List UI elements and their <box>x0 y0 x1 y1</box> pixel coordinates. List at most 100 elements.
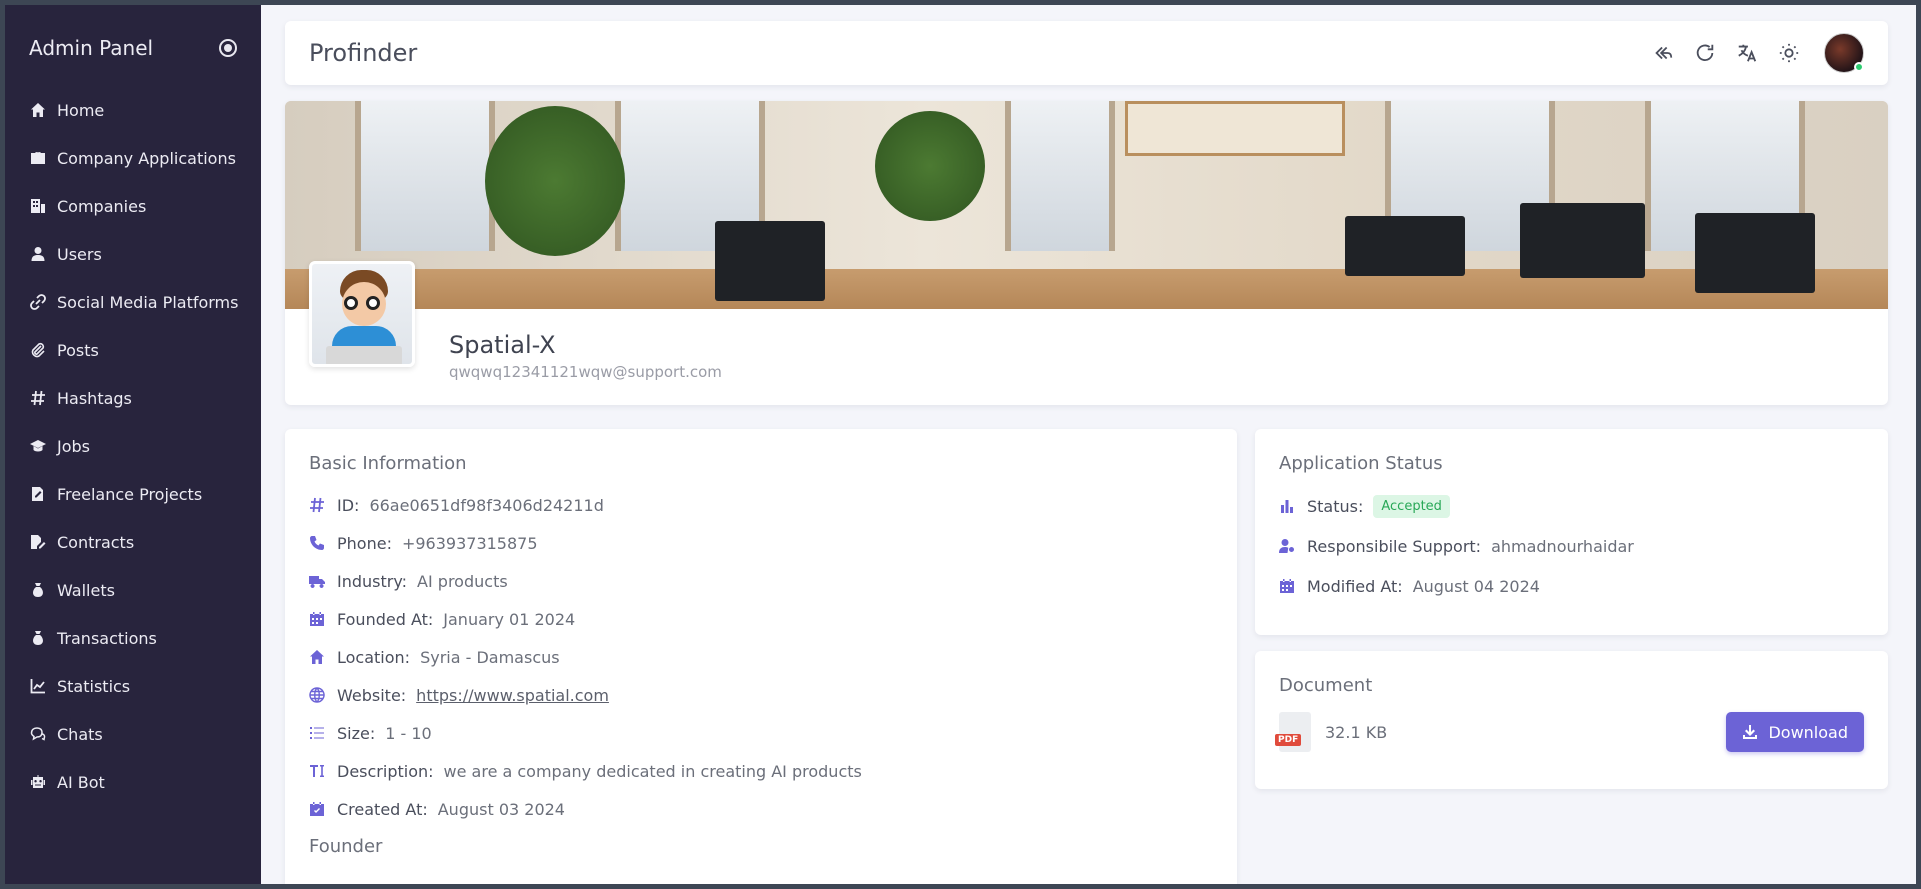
sidebar-toggle-icon[interactable] <box>219 38 237 57</box>
sidebar-item-label: Freelance Projects <box>57 484 203 504</box>
sidebar-item-statistics[interactable]: Statistics <box>5 662 261 710</box>
info-row-size: Size: 1 - 10 <box>309 714 1213 752</box>
user-gear-icon <box>1279 538 1295 554</box>
info-row-founded-at: Founded At: January 01 2024 <box>309 600 1213 638</box>
sidebar-item-social-media-platforms[interactable]: Social Media Platforms <box>5 278 261 326</box>
sidebar-item-home[interactable]: Home <box>5 86 261 134</box>
sidebar-item-wallets[interactable]: Wallets <box>5 566 261 614</box>
app-frame: Admin Panel Home Company Applications Co… <box>5 5 1916 884</box>
info-label: Location: <box>337 647 411 667</box>
sun-icon[interactable] <box>1776 40 1802 66</box>
main-content: Profinder Spatial-X qwqwq12341121wqw@sup… <box>261 5 1916 884</box>
robot-icon <box>29 773 47 791</box>
calendar-icon <box>1279 578 1295 594</box>
truck-icon <box>309 573 325 589</box>
calendar-check-icon <box>309 801 325 817</box>
reply-all-icon[interactable] <box>1650 40 1676 66</box>
info-label: Industry: <box>337 571 408 591</box>
sidebar-item-posts[interactable]: Posts <box>5 326 261 374</box>
file-pen-icon <box>29 485 47 503</box>
hashtag-icon <box>29 389 47 407</box>
sidebar-item-label: Users <box>57 244 102 264</box>
modified-value: August 04 2024 <box>1412 576 1540 596</box>
info-row-location: Location: Syria - Damascus <box>309 638 1213 676</box>
sidebar-item-hashtags[interactable]: Hashtags <box>5 374 261 422</box>
home-icon <box>29 101 47 119</box>
download-icon <box>1743 725 1758 739</box>
calendar-icon <box>309 611 325 627</box>
document-file: PDF 32.1 KB <box>1275 712 1388 752</box>
info-row-id: ID: 66ae0651df98f3406d24211d <box>309 486 1213 524</box>
sidebar-brand: Admin Panel <box>5 5 261 90</box>
sidebar-item-label: Home <box>57 100 105 120</box>
text-height-icon <box>309 763 325 779</box>
info-row-industry: Industry: AI products <box>309 562 1213 600</box>
modified-label: Modified At: <box>1307 576 1403 596</box>
paperclip-icon <box>29 341 47 359</box>
sidebar-item-label: Posts <box>57 340 99 360</box>
sidebar-item-jobs[interactable]: Jobs <box>5 422 261 470</box>
profile-header-card: Spatial-X qwqwq12341121wqw@support.com <box>285 101 1888 405</box>
online-status-dot <box>1854 62 1864 72</box>
info-label: Created At: <box>337 799 428 819</box>
home-icon <box>309 649 325 665</box>
sidebar-item-companies[interactable]: Companies <box>5 182 261 230</box>
profile-banner-image <box>285 101 1888 309</box>
info-label: Website: <box>337 685 407 705</box>
list-icon <box>309 725 325 741</box>
basic-information-card: Basic Information ID: 66ae0651df98f3406d… <box>285 429 1237 884</box>
sidebar-item-label: Contracts <box>57 532 135 552</box>
info-value: AI products <box>417 571 508 591</box>
sidebar-item-chats[interactable]: Chats <box>5 710 261 758</box>
hashtag-icon <box>309 497 325 513</box>
status-label: Status: <box>1307 496 1364 516</box>
sidebar-item-company-applications[interactable]: Company Applications <box>5 134 261 182</box>
support-label: Responsibile Support: <box>1307 536 1482 556</box>
info-row-phone: Phone: +963937315875 <box>309 524 1213 562</box>
building-icon <box>29 197 47 215</box>
download-button[interactable]: Download <box>1726 712 1864 752</box>
translate-icon[interactable] <box>1734 40 1760 66</box>
info-value: January 01 2024 <box>443 609 576 629</box>
document-row: PDF 32.1 KB Download <box>1275 712 1864 752</box>
money-bag-icon <box>29 581 47 599</box>
sidebar-item-freelance-projects[interactable]: Freelance Projects <box>5 470 261 518</box>
info-value: Syria - Damascus <box>420 647 560 667</box>
sidebar-nav: Home Company Applications Companies User… <box>5 86 261 806</box>
document-card: Document PDF 32.1 KB Download <box>1255 651 1888 789</box>
phone-icon <box>309 535 325 551</box>
sidebar-item-contracts[interactable]: Contracts <box>5 518 261 566</box>
info-value: we are a company dedicated in creating A… <box>443 761 862 781</box>
info-label: Phone: <box>337 533 392 553</box>
card-title: Document <box>1279 675 1373 696</box>
info-label: Description: <box>337 761 434 781</box>
sidebar-item-label: Companies <box>57 196 147 216</box>
user-avatar[interactable] <box>1824 33 1864 73</box>
info-row-website: Website: https://www.spatial.com <box>309 676 1213 714</box>
info-label: Size: <box>337 723 376 743</box>
link-icon <box>29 293 47 311</box>
company-email: qwqwq12341121wqw@support.com <box>449 363 722 381</box>
file-type-tag: PDF <box>1275 734 1302 746</box>
app-title: Profinder <box>309 39 418 67</box>
founder-section-title: Founder <box>309 836 383 857</box>
sidebar-item-ai-bot[interactable]: AI Bot <box>5 758 261 806</box>
info-row-description: Description: we are a company dedicated … <box>309 752 1213 790</box>
support-value: ahmadnourhaidar <box>1491 536 1634 556</box>
sidebar-item-label: AI Bot <box>57 772 105 792</box>
sidebar-item-users[interactable]: Users <box>5 230 261 278</box>
refresh-icon[interactable] <box>1692 40 1718 66</box>
sidebar: Admin Panel Home Company Applications Co… <box>5 5 261 884</box>
briefcase-icon <box>29 149 47 167</box>
website-link[interactable]: https://www.spatial.com <box>416 686 609 705</box>
money-bag-icon <box>29 629 47 647</box>
file-size: 32.1 KB <box>1325 722 1388 742</box>
top-navbar: Profinder <box>285 21 1888 85</box>
sidebar-item-label: Statistics <box>57 676 131 696</box>
sidebar-item-transactions[interactable]: Transactions <box>5 614 261 662</box>
company-avatar <box>309 261 415 367</box>
bar-chart-icon <box>1279 498 1295 514</box>
topbar-actions <box>1650 33 1864 73</box>
user-icon <box>29 245 47 263</box>
brand-title: Admin Panel <box>29 35 154 60</box>
